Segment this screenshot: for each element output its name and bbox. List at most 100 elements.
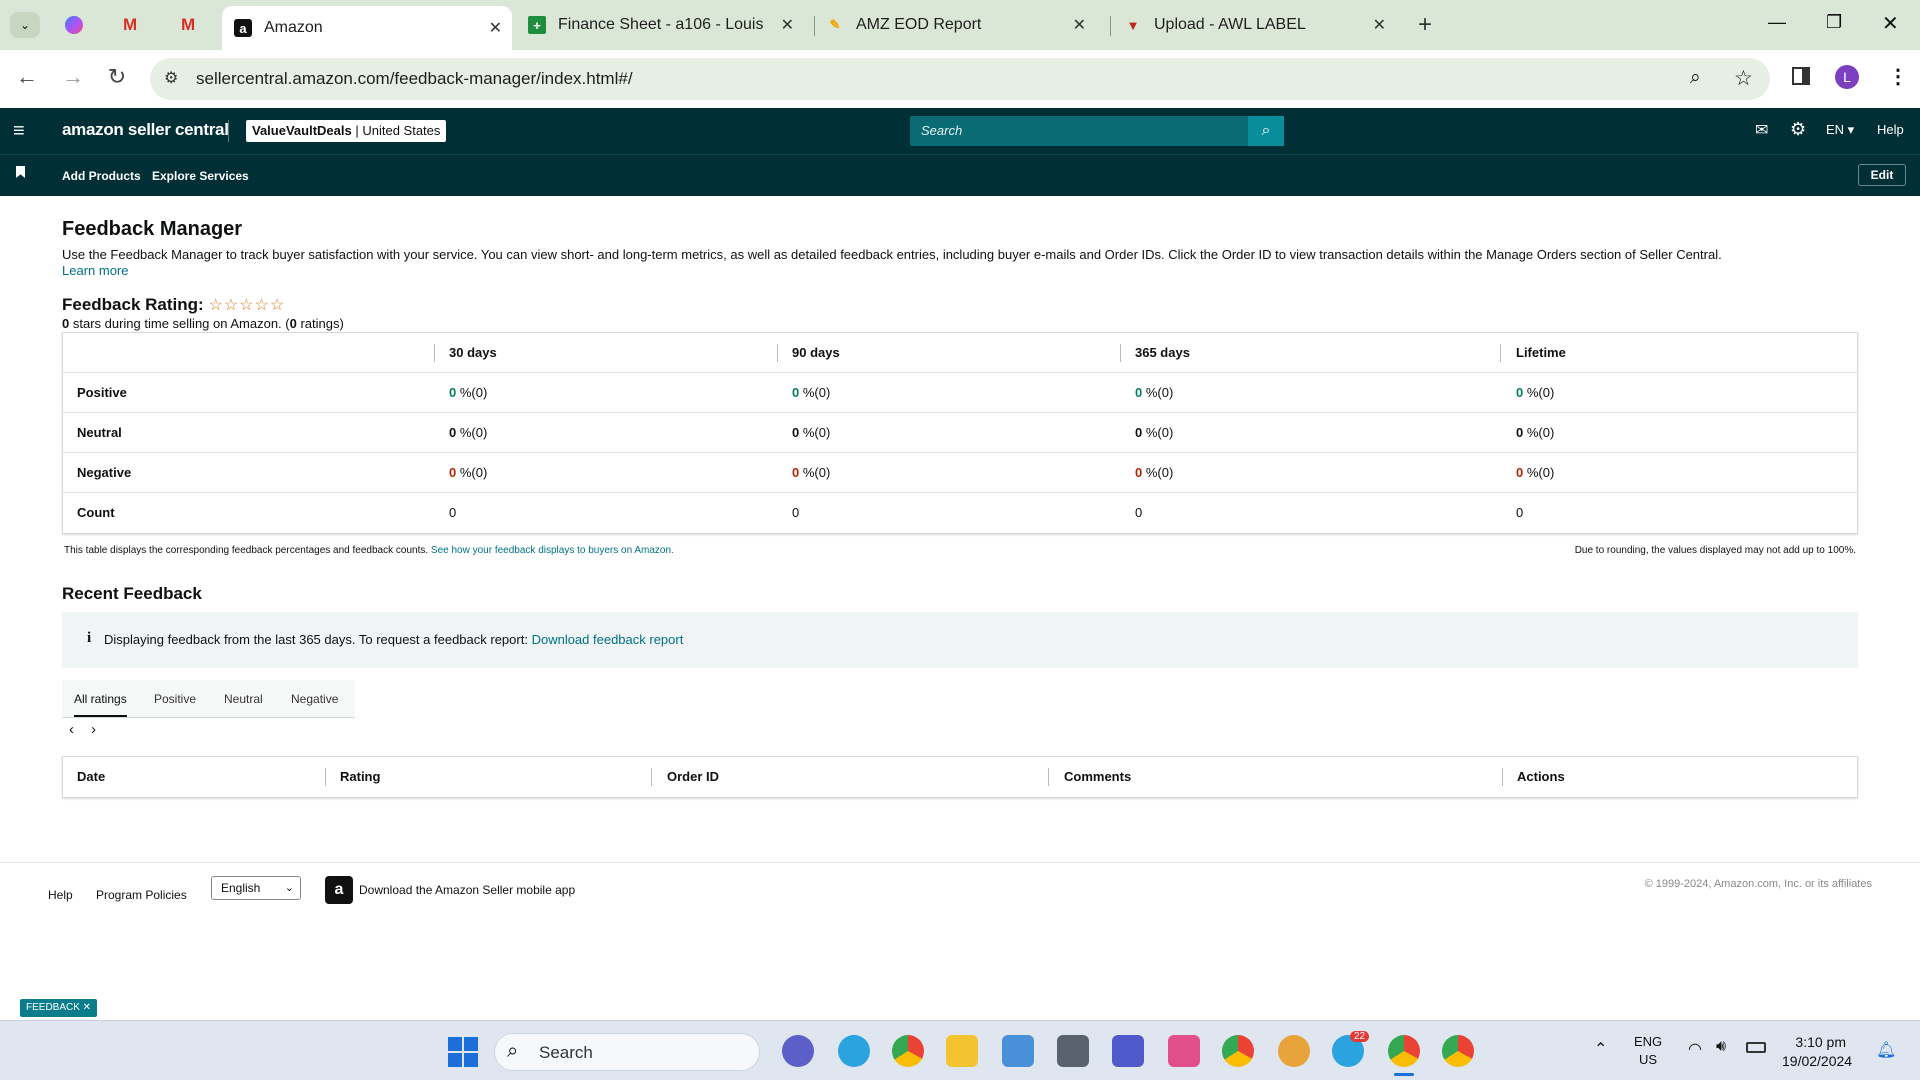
chrome-profile-icon[interactable] — [1222, 1035, 1254, 1067]
close-icon[interactable]: ✕ — [489, 18, 502, 38]
metric-cell: 0 %(0) — [449, 413, 487, 453]
description-text: Use the Feedback Manager to track buyer … — [62, 247, 1722, 262]
language-code: EN — [1826, 122, 1845, 137]
language-selector[interactable]: EN ▾ — [1826, 122, 1854, 138]
minimize-button[interactable]: — — [1768, 12, 1786, 33]
close-icon[interactable]: ✕ — [1073, 15, 1086, 35]
close-icon[interactable]: ✕ — [1373, 15, 1386, 35]
chevron-down-icon: ⌄ — [284, 882, 294, 894]
close-icon[interactable]: ✕ — [781, 15, 794, 35]
back-icon[interactable]: ← — [12, 64, 42, 90]
footer-app-text: Download the Amazon Seller mobile app — [359, 883, 576, 897]
search-placeholder: Search — [921, 123, 963, 138]
seller-central-subnav: Add Products Explore Services Edit — [0, 154, 1920, 196]
clock-time: 3:10 pm — [1795, 1034, 1846, 1050]
volume-icon[interactable]: 🔊︎ — [1716, 1038, 1726, 1056]
download-feedback-report-link[interactable]: Download feedback report — [532, 632, 684, 647]
address-bar[interactable]: ⚙ sellercentral.amazon.com/feedback-mana… — [150, 58, 1770, 100]
file-explorer-icon[interactable] — [946, 1035, 978, 1067]
table-row: Neutral 0 %(0) 0 %(0) 0 %(0) 0 %(0) — [63, 413, 1857, 453]
footer-help-link[interactable]: Help — [48, 888, 73, 902]
chrome-active-icon[interactable] — [1388, 1035, 1420, 1067]
meet-icon[interactable] — [782, 1035, 814, 1067]
bookmark-icon[interactable] — [16, 166, 25, 178]
metric-suffix: %(0) — [1523, 385, 1555, 400]
pencil-icon: ✎ — [829, 17, 841, 32]
new-tab-button[interactable]: + — [1418, 11, 1432, 39]
profile-avatar[interactable]: L — [1835, 65, 1859, 89]
feedback-display-link[interactable]: See how your feedback displays to buyers… — [431, 545, 674, 556]
chrome-icon[interactable] — [892, 1035, 924, 1067]
mail-icon[interactable]: ✉ — [1755, 120, 1768, 140]
search-button[interactable]: ⌕ — [1248, 116, 1284, 146]
menu-kebab-icon[interactable]: ⋮ — [1888, 64, 1908, 89]
tab-amazon[interactable]: a Amazon ✕ — [222, 6, 512, 50]
tab-negative[interactable]: Negative — [291, 692, 338, 706]
tab-upload-awl[interactable]: ▼ Upload - AWL LABEL ✕ — [1124, 8, 1396, 42]
hamburger-menu-icon[interactable]: ≡ — [13, 120, 25, 143]
chrome-profile-icon-2[interactable] — [1442, 1035, 1474, 1067]
forward-icon[interactable]: → — [58, 64, 88, 90]
metric-cell: 0 %(0) — [1516, 453, 1554, 493]
account-switcher[interactable]: ValueVaultDeals | United States — [246, 120, 447, 142]
learn-more-link[interactable]: Learn more — [62, 263, 128, 278]
metric-cell: 0 %(0) — [1516, 373, 1554, 413]
tab-divider — [1110, 16, 1111, 36]
chevron-up-icon[interactable]: ⌃ — [1594, 1039, 1607, 1059]
feedback-badge[interactable]: FEEDBACK ✕ — [20, 999, 98, 1017]
telegram-icon[interactable] — [838, 1035, 870, 1067]
calculator-icon[interactable] — [1057, 1035, 1089, 1067]
account-separator: | — [351, 123, 363, 138]
side-panel-icon[interactable] — [1792, 67, 1810, 85]
feedback-rating-label: Feedback Rating: — [62, 295, 204, 314]
column-divider — [1500, 344, 1501, 362]
zoom-icon[interactable]: ⌕ — [1690, 67, 1701, 89]
metric-cell: 0 — [792, 493, 799, 533]
nav-explore-services[interactable]: Explore Services — [152, 169, 249, 183]
notepad-icon[interactable] — [1002, 1035, 1034, 1067]
edit-nav-button[interactable]: Edit — [1858, 164, 1906, 186]
teams-icon[interactable] — [1112, 1035, 1144, 1067]
nav-add-products[interactable]: Add Products — [62, 169, 141, 183]
help-link[interactable]: Help — [1877, 122, 1904, 137]
window-close-button[interactable]: ✕ — [1882, 11, 1899, 36]
ratings-count: 0 — [289, 316, 297, 331]
site-info-icon[interactable]: ⚙ — [164, 68, 178, 88]
footer-policies-link[interactable]: Program Policies — [96, 888, 187, 902]
app-icon[interactable] — [1278, 1035, 1310, 1067]
gmail-tab-icon[interactable]: M — [123, 15, 137, 35]
wifi-icon[interactable]: ◠ — [1688, 1039, 1702, 1059]
notification-bell-icon[interactable]: 🔔︎ — [1876, 1040, 1896, 1060]
metric-cell: 0 %(0) — [792, 373, 830, 413]
tab-finance-sheet[interactable]: + Finance Sheet - a106 - Louis Ga ✕ — [524, 8, 804, 42]
pagination-prev-icon[interactable]: ‹ — [69, 721, 74, 738]
gmail-tab-icon-2[interactable]: M — [181, 15, 195, 35]
amazon-seller-central-logo[interactable]: amazon seller central — [62, 120, 229, 140]
search-input[interactable]: Search — [910, 116, 1248, 146]
tab-title: Upload - AWL LABEL — [1154, 16, 1306, 33]
windows-start-icon[interactable] — [448, 1037, 478, 1067]
sheets-icon: + — [528, 16, 546, 34]
taskbar-search[interactable]: ⌕ Search — [494, 1033, 760, 1071]
pagination-next-icon[interactable]: › — [91, 721, 96, 738]
language-indicator[interactable]: ENG US — [1634, 1033, 1662, 1069]
footer-app-link[interactable]: a Download the Amazon Seller mobile app — [325, 876, 575, 904]
tab-title: Amazon — [264, 19, 323, 36]
settings-gear-icon[interactable]: ⚙ — [1790, 119, 1806, 140]
footer-language-value: English — [221, 881, 261, 895]
tab-all-ratings[interactable]: All ratings — [74, 692, 127, 717]
tab-title: AMZ EOD Report — [856, 16, 982, 33]
footer-language-select[interactable]: English ⌄ — [211, 876, 301, 900]
battery-icon[interactable] — [1746, 1042, 1766, 1053]
messenger-tab-icon[interactable] — [65, 16, 83, 34]
restore-button[interactable]: ❐ — [1826, 12, 1842, 33]
bookmark-star-icon[interactable]: ☆ — [1734, 66, 1753, 91]
tab-neutral[interactable]: Neutral — [224, 692, 263, 706]
reload-icon[interactable]: ↻ — [102, 64, 132, 90]
tab-search-button[interactable]: ⌄ — [10, 12, 40, 38]
tab-amz-eod[interactable]: ✎ AMZ EOD Report ✕ — [826, 8, 1096, 42]
tab-positive[interactable]: Positive — [154, 692, 196, 706]
column-header-comments: Comments — [1064, 769, 1132, 784]
snipping-tool-icon[interactable] — [1168, 1035, 1200, 1067]
clock[interactable]: 3:10 pm 19/02/2024 — [1782, 1033, 1852, 1071]
